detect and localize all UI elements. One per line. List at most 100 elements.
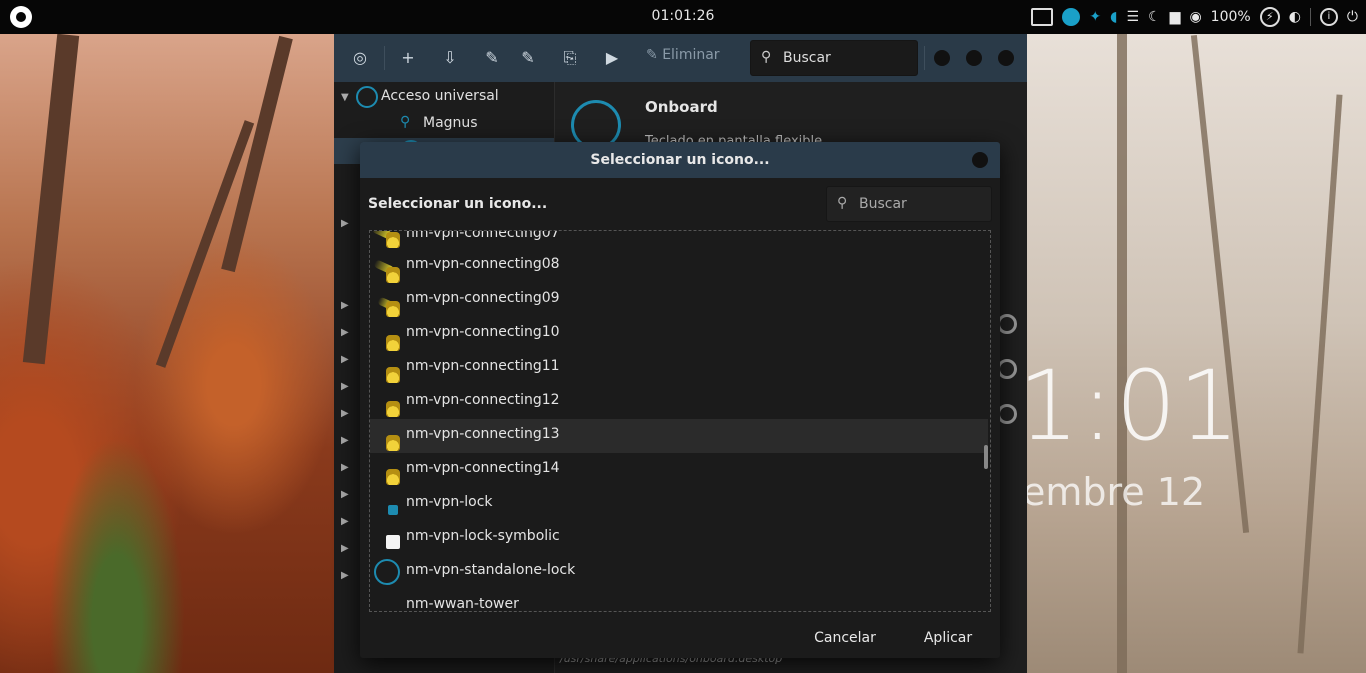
vpn-connecting-icon: [386, 335, 400, 351]
screenshot-icon[interactable]: [1031, 8, 1054, 26]
dialog-titlebar: Seleccionar un icono...: [360, 142, 1000, 178]
app-name: Onboard: [645, 98, 718, 116]
search-placeholder: Buscar: [859, 196, 907, 212]
menu-icon[interactable]: ☰: [1127, 9, 1140, 25]
contrast-icon[interactable]: ◐: [1289, 9, 1301, 25]
option-radio[interactable]: [997, 314, 1017, 334]
expand-arrow-icon[interactable]: ▶: [341, 543, 349, 554]
list-item-selected[interactable]: nm-vpn-connecting13: [370, 419, 988, 453]
icon-name: nm-vpn-connecting08: [406, 256, 560, 272]
icon-name: nm-vpn-connecting14: [406, 460, 560, 476]
icon-chooser-dialog: Seleccionar un icono... Seleccionar un i…: [360, 142, 1000, 658]
folder-icon[interactable]: ▆: [1170, 9, 1181, 25]
icon-name: nm-vpn-standalone-lock: [406, 562, 576, 578]
desktop-clock: 1:01: [1018, 350, 1242, 462]
option-radio[interactable]: [997, 404, 1017, 424]
delete-label: Eliminar: [662, 47, 720, 63]
app-icon: ◎: [353, 48, 367, 67]
list-item[interactable]: nm-vpn-lock: [370, 487, 988, 521]
icon-name: nm-wwan-tower: [406, 596, 519, 612]
expand-arrow-icon[interactable]: ▶: [341, 516, 349, 527]
list-item[interactable]: nm-wwan-tower: [370, 589, 988, 612]
dialog-close-button[interactable]: [972, 152, 988, 168]
expand-arrow-icon[interactable]: ▶: [341, 300, 349, 311]
bluetooth-icon[interactable]: ✦: [1089, 9, 1101, 25]
icon-name: nm-vpn-connecting11: [406, 358, 560, 374]
magnifier-icon: ⚲: [400, 114, 411, 130]
save-icon[interactable]: ⇩: [438, 46, 462, 70]
delete-icon: ✎: [646, 47, 663, 63]
lock-icon: [386, 267, 400, 283]
vpn-standalone-icon: [374, 559, 400, 585]
icon-search-input[interactable]: ⚲ Buscar: [826, 186, 992, 222]
info-icon[interactable]: i: [1319, 8, 1338, 26]
icon-name: nm-vpn-connecting10: [406, 324, 560, 340]
notification-icon[interactable]: ◉: [1189, 9, 1201, 25]
list-scrollbar[interactable]: [984, 445, 988, 469]
power-icon[interactable]: ⚡: [1259, 7, 1280, 27]
expand-arrow-icon[interactable]: ▶: [341, 218, 349, 229]
night-mode-icon[interactable]: ☾: [1148, 9, 1161, 25]
expand-arrow-icon[interactable]: ▶: [341, 354, 349, 365]
lock-icon: [386, 232, 400, 248]
expand-arrow-icon[interactable]: ▶: [341, 408, 349, 419]
vpn-connecting-icon: [386, 435, 400, 451]
lock-symbolic-icon: [386, 535, 400, 549]
toolbar-separator: [384, 46, 385, 70]
lock-icon: [386, 301, 400, 317]
desktop-date: embre 12: [1022, 470, 1206, 514]
expand-arrow-icon[interactable]: ▶: [341, 462, 349, 473]
edit-icon-2[interactable]: ✎: [516, 46, 540, 70]
icon-name: nm-vpn-connecting09: [406, 290, 560, 306]
list-item[interactable]: nm-vpn-connecting10: [370, 317, 988, 351]
minimize-button[interactable]: [934, 50, 950, 66]
vpn-connecting-icon: [386, 401, 400, 417]
shutdown-icon[interactable]: ⏻: [1347, 9, 1358, 25]
list-item[interactable]: nm-vpn-connecting14: [370, 453, 988, 487]
dialog-title: Seleccionar un icono...: [590, 152, 770, 168]
headerbar: ◎ + ⇩ ✎ ✎ ⎘ ▶ ✎ Eliminar ⚲ Buscar: [334, 34, 1027, 82]
list-item[interactable]: nm-vpn-connecting08: [370, 249, 988, 283]
expand-arrow-icon[interactable]: ▶: [341, 570, 349, 581]
list-item[interactable]: nm-vpn-standalone-lock: [370, 555, 988, 589]
delete-button[interactable]: ✎ Eliminar: [646, 47, 720, 63]
wallpaper-left: [0, 33, 334, 673]
tree-item-label: Acceso universal: [381, 88, 499, 104]
maximize-button[interactable]: [966, 50, 982, 66]
expand-arrow-icon[interactable]: ▶: [341, 381, 349, 392]
list-item[interactable]: nm-vpn-lock-symbolic: [370, 521, 988, 555]
dialog-heading: Seleccionar un icono...: [368, 196, 548, 212]
list-item[interactable]: nm-vpn-connecting11: [370, 351, 988, 385]
vpn-icon[interactable]: [1062, 8, 1081, 26]
tree-item-label: Magnus: [423, 115, 478, 131]
apply-button[interactable]: Aplicar: [900, 622, 996, 654]
list-item[interactable]: nm-vpn-connecting12: [370, 385, 988, 419]
cup-icon[interactable]: ◖: [1110, 9, 1117, 25]
icon-name: nm-vpn-lock: [406, 494, 493, 510]
option-radio[interactable]: [997, 359, 1017, 379]
expand-arrow-icon[interactable]: ▶: [341, 489, 349, 500]
icon-list[interactable]: nm-vpn-connecting07 nm-vpn-connecting08 …: [369, 230, 991, 612]
edit-icon[interactable]: ✎: [480, 46, 504, 70]
search-icon: ⚲: [761, 49, 772, 65]
expand-arrow-icon[interactable]: ▶: [341, 327, 349, 338]
search-field[interactable]: ⚲ Buscar: [750, 40, 918, 76]
list-item[interactable]: nm-vpn-connecting09: [370, 283, 988, 317]
close-button[interactable]: [998, 50, 1014, 66]
battery-level[interactable]: 100%: [1211, 9, 1251, 25]
add-icon[interactable]: +: [396, 46, 420, 70]
vpn-connecting-icon: [386, 469, 400, 485]
vpn-lock-icon: [388, 505, 398, 515]
icon-name: nm-vpn-connecting07: [406, 230, 560, 241]
icon-name: nm-vpn-connecting12: [406, 392, 560, 408]
icon-name: nm-vpn-connecting13: [406, 426, 560, 442]
accessibility-icon: [356, 86, 378, 108]
expand-arrow-icon[interactable]: ▶: [341, 435, 349, 446]
run-icon[interactable]: ▶: [600, 46, 624, 70]
file-icon[interactable]: ⎘: [558, 46, 582, 70]
expand-arrow-icon[interactable]: ▼: [341, 92, 349, 103]
tree-item-magnus[interactable]: ⚲ Magnus: [334, 111, 554, 137]
cancel-button[interactable]: Cancelar: [800, 622, 890, 654]
system-tray: ✦ ◖ ☰ ☾ ▆ ◉ 100% ⚡ ◐ i ⏻: [1031, 6, 1358, 28]
tree-item-acceso-universal[interactable]: ▼ Acceso universal: [334, 84, 554, 110]
